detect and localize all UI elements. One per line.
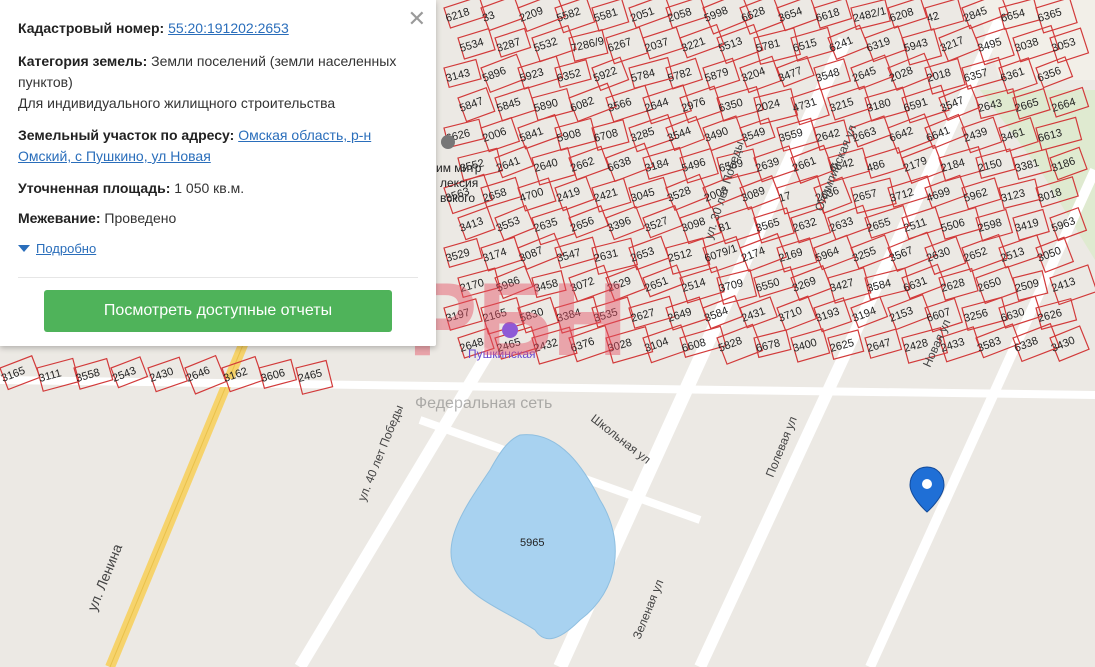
details-link-label: Подробно [36,241,97,257]
survey-row: Межевание: Проведено [18,208,408,229]
cadastral-number-link[interactable]: 55:20:191202:2653 [168,20,289,36]
area-row: Уточненная площадь: 1 050 кв.м. [18,178,408,199]
survey-value: Проведено [104,210,177,226]
view-reports-button[interactable]: Посмотреть доступные отчеты [44,290,392,332]
cadastral-label: Кадастровый номер: [18,20,165,36]
poi-line-1: им митр [436,161,482,175]
close-icon[interactable]: ✕ [408,8,426,30]
poi-line-2: лексия [440,176,478,190]
church-icon [441,135,455,149]
category-row: Категория земель: Земли поселений (земли… [18,51,408,93]
category-label: Категория земель: [18,53,148,69]
survey-label: Межевание: [18,210,101,226]
triangle-down-icon [18,245,30,253]
details-link[interactable]: Подробно [18,240,96,256]
parcel-info-panel: ✕ Кадастровый номер: 55:20:191202:2653 К… [0,0,436,346]
watermark-subtitle: Федеральная сеть [415,395,552,412]
watermark-logo: PБН [408,262,627,378]
permitted-use: Для индивидуального жилищного строительс… [18,95,336,111]
poi-line-3: вского [440,191,475,205]
divider [18,277,418,278]
pond-label: 5965 [520,537,544,549]
area-label: Уточненная площадь: [18,180,171,196]
address-label: Земельный участок по адресу: [18,127,235,143]
address-row: Земельный участок по адресу: Омская обла… [18,125,408,167]
area-value: 1 050 кв.м. [174,180,245,196]
cadastral-row: Кадастровый номер: 55:20:191202:2653 [18,18,408,39]
